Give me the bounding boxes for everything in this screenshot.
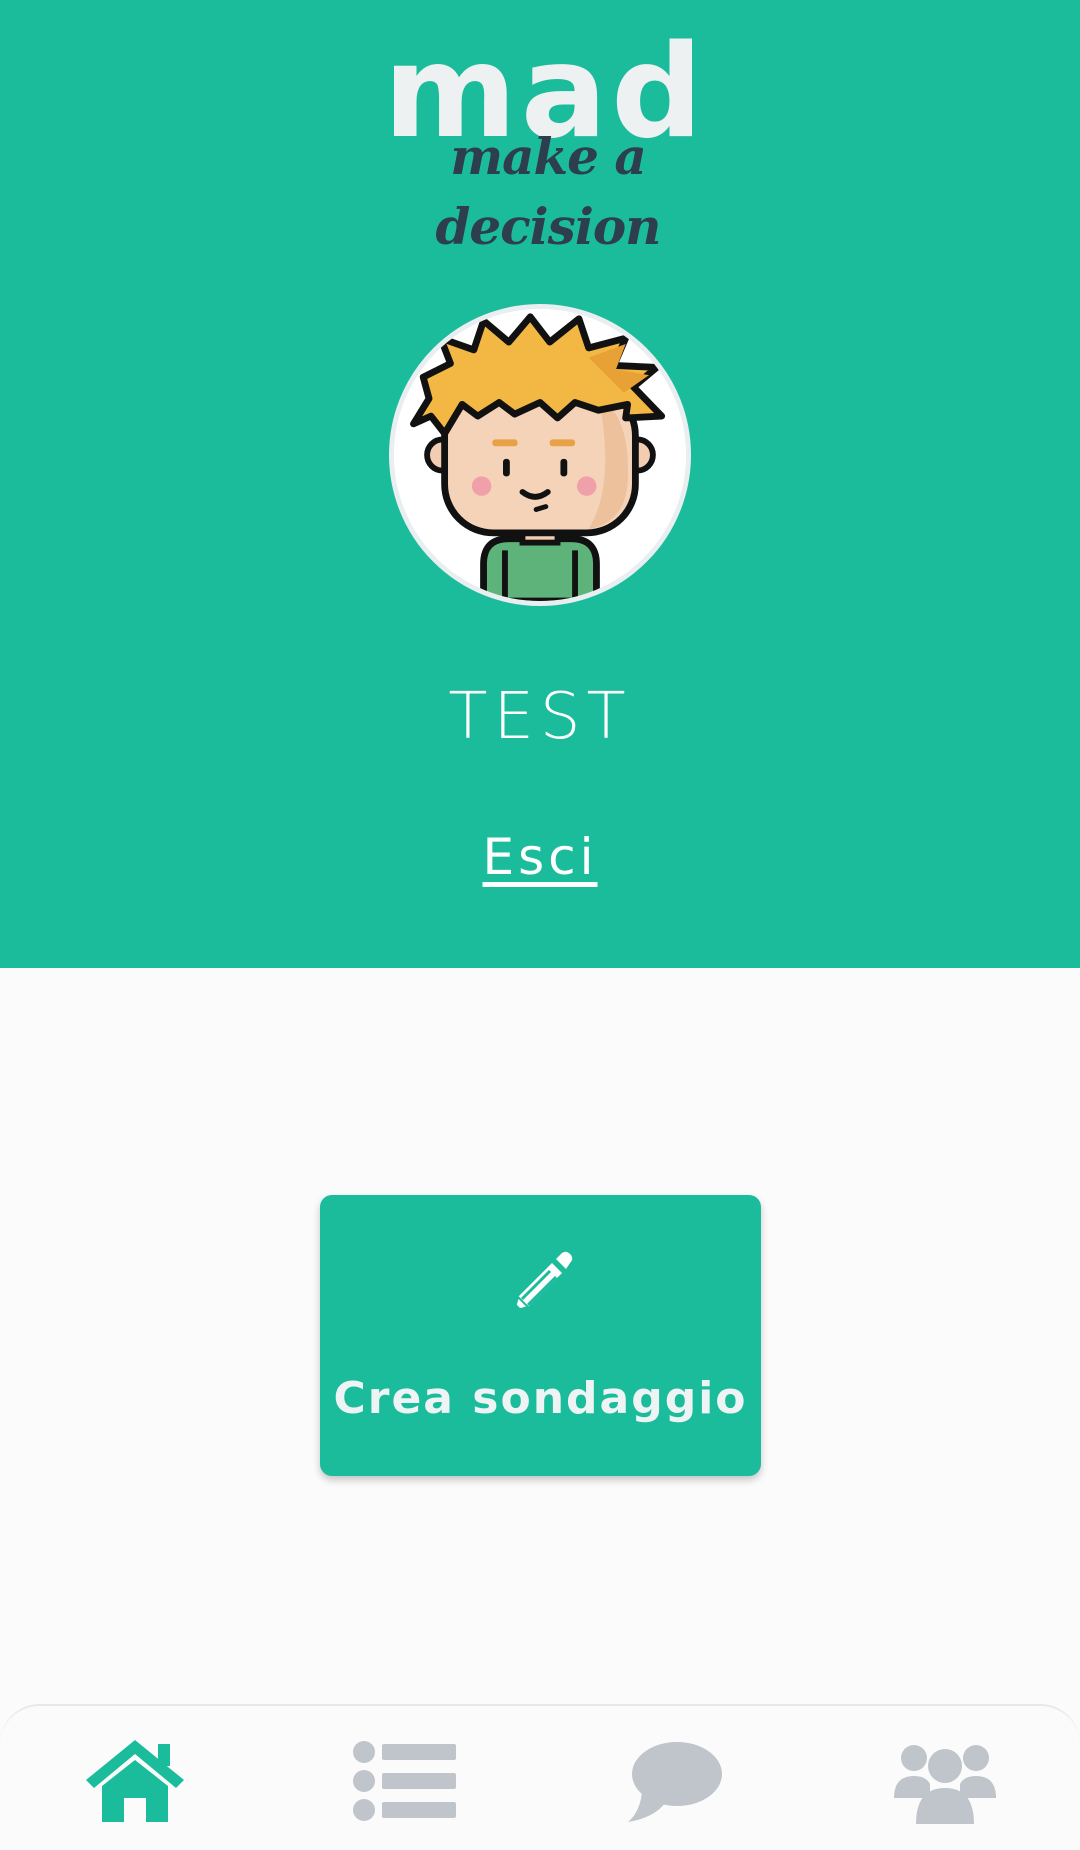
profile-header: mad make a decision TEST Esci — [0, 0, 1080, 968]
nav-groups[interactable] — [890, 1736, 1000, 1826]
username: TEST — [448, 680, 632, 754]
create-poll-button[interactable]: Crea sondaggio — [320, 1195, 761, 1476]
avatar — [389, 304, 691, 606]
list-icon — [353, 1741, 456, 1821]
logo-tagline: make a decision — [435, 127, 661, 256]
bottom-navigation — [0, 1704, 1080, 1850]
logout-link[interactable]: Esci — [440, 822, 640, 892]
home-icon — [86, 1740, 184, 1822]
group-icon — [894, 1745, 996, 1824]
nav-home[interactable] — [80, 1736, 190, 1826]
create-poll-label: Crea sondaggio — [333, 1373, 748, 1424]
pencil-icon — [506, 1247, 576, 1317]
nav-polls-list[interactable] — [350, 1736, 460, 1826]
boy-avatar-illustration — [394, 309, 686, 601]
app-logo: mad make a decision — [370, 18, 720, 256]
chat-icon — [628, 1742, 722, 1822]
nav-chat[interactable] — [620, 1736, 730, 1826]
